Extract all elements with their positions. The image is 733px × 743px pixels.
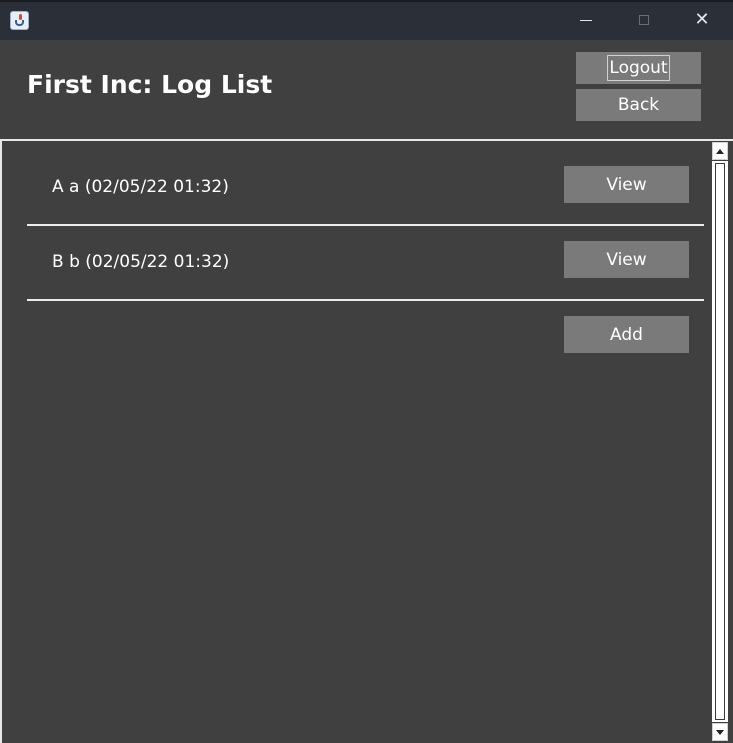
- cup-shape: [15, 20, 24, 26]
- log-entry-label: A a (02/05/22 01:32): [52, 177, 229, 197]
- log-entry-label: B b (02/05/22 01:32): [52, 252, 230, 272]
- logout-button-label: Logout: [607, 55, 670, 81]
- app-window: ✕ First Inc: Log List Logout Back A a (0…: [0, 0, 733, 743]
- page-title: First Inc: Log List: [27, 70, 273, 99]
- scrollbar-thumb[interactable]: [715, 163, 725, 720]
- list-item: B b (02/05/22 01:32) View: [27, 218, 704, 301]
- maximize-icon: [639, 15, 649, 25]
- back-button[interactable]: Back: [576, 89, 701, 121]
- logout-button[interactable]: Logout: [576, 52, 701, 84]
- list-item: A a (02/05/22 01:32) View: [27, 143, 704, 226]
- close-button[interactable]: ✕: [673, 0, 731, 40]
- maximize-button[interactable]: [615, 0, 673, 40]
- scrollbar-track[interactable]: [712, 161, 728, 722]
- add-button[interactable]: Add: [564, 316, 689, 353]
- java-cup-icon[interactable]: [10, 11, 29, 30]
- arrow-up-icon: [716, 148, 724, 154]
- minimize-button[interactable]: [557, 0, 615, 40]
- view-button[interactable]: View: [564, 166, 689, 203]
- close-icon: ✕: [694, 9, 710, 30]
- scroll-up-button[interactable]: [712, 142, 728, 160]
- log-list-scroll-pane[interactable]: A a (02/05/22 01:32) View B b (02/05/22 …: [0, 139, 733, 743]
- view-button[interactable]: View: [564, 241, 689, 278]
- vertical-scrollbar[interactable]: [711, 141, 729, 743]
- arrow-down-icon: [716, 729, 724, 735]
- title-bar: ✕: [0, 0, 733, 40]
- minimize-icon: [580, 19, 592, 21]
- divider: [27, 299, 704, 301]
- scroll-down-button[interactable]: [712, 723, 728, 741]
